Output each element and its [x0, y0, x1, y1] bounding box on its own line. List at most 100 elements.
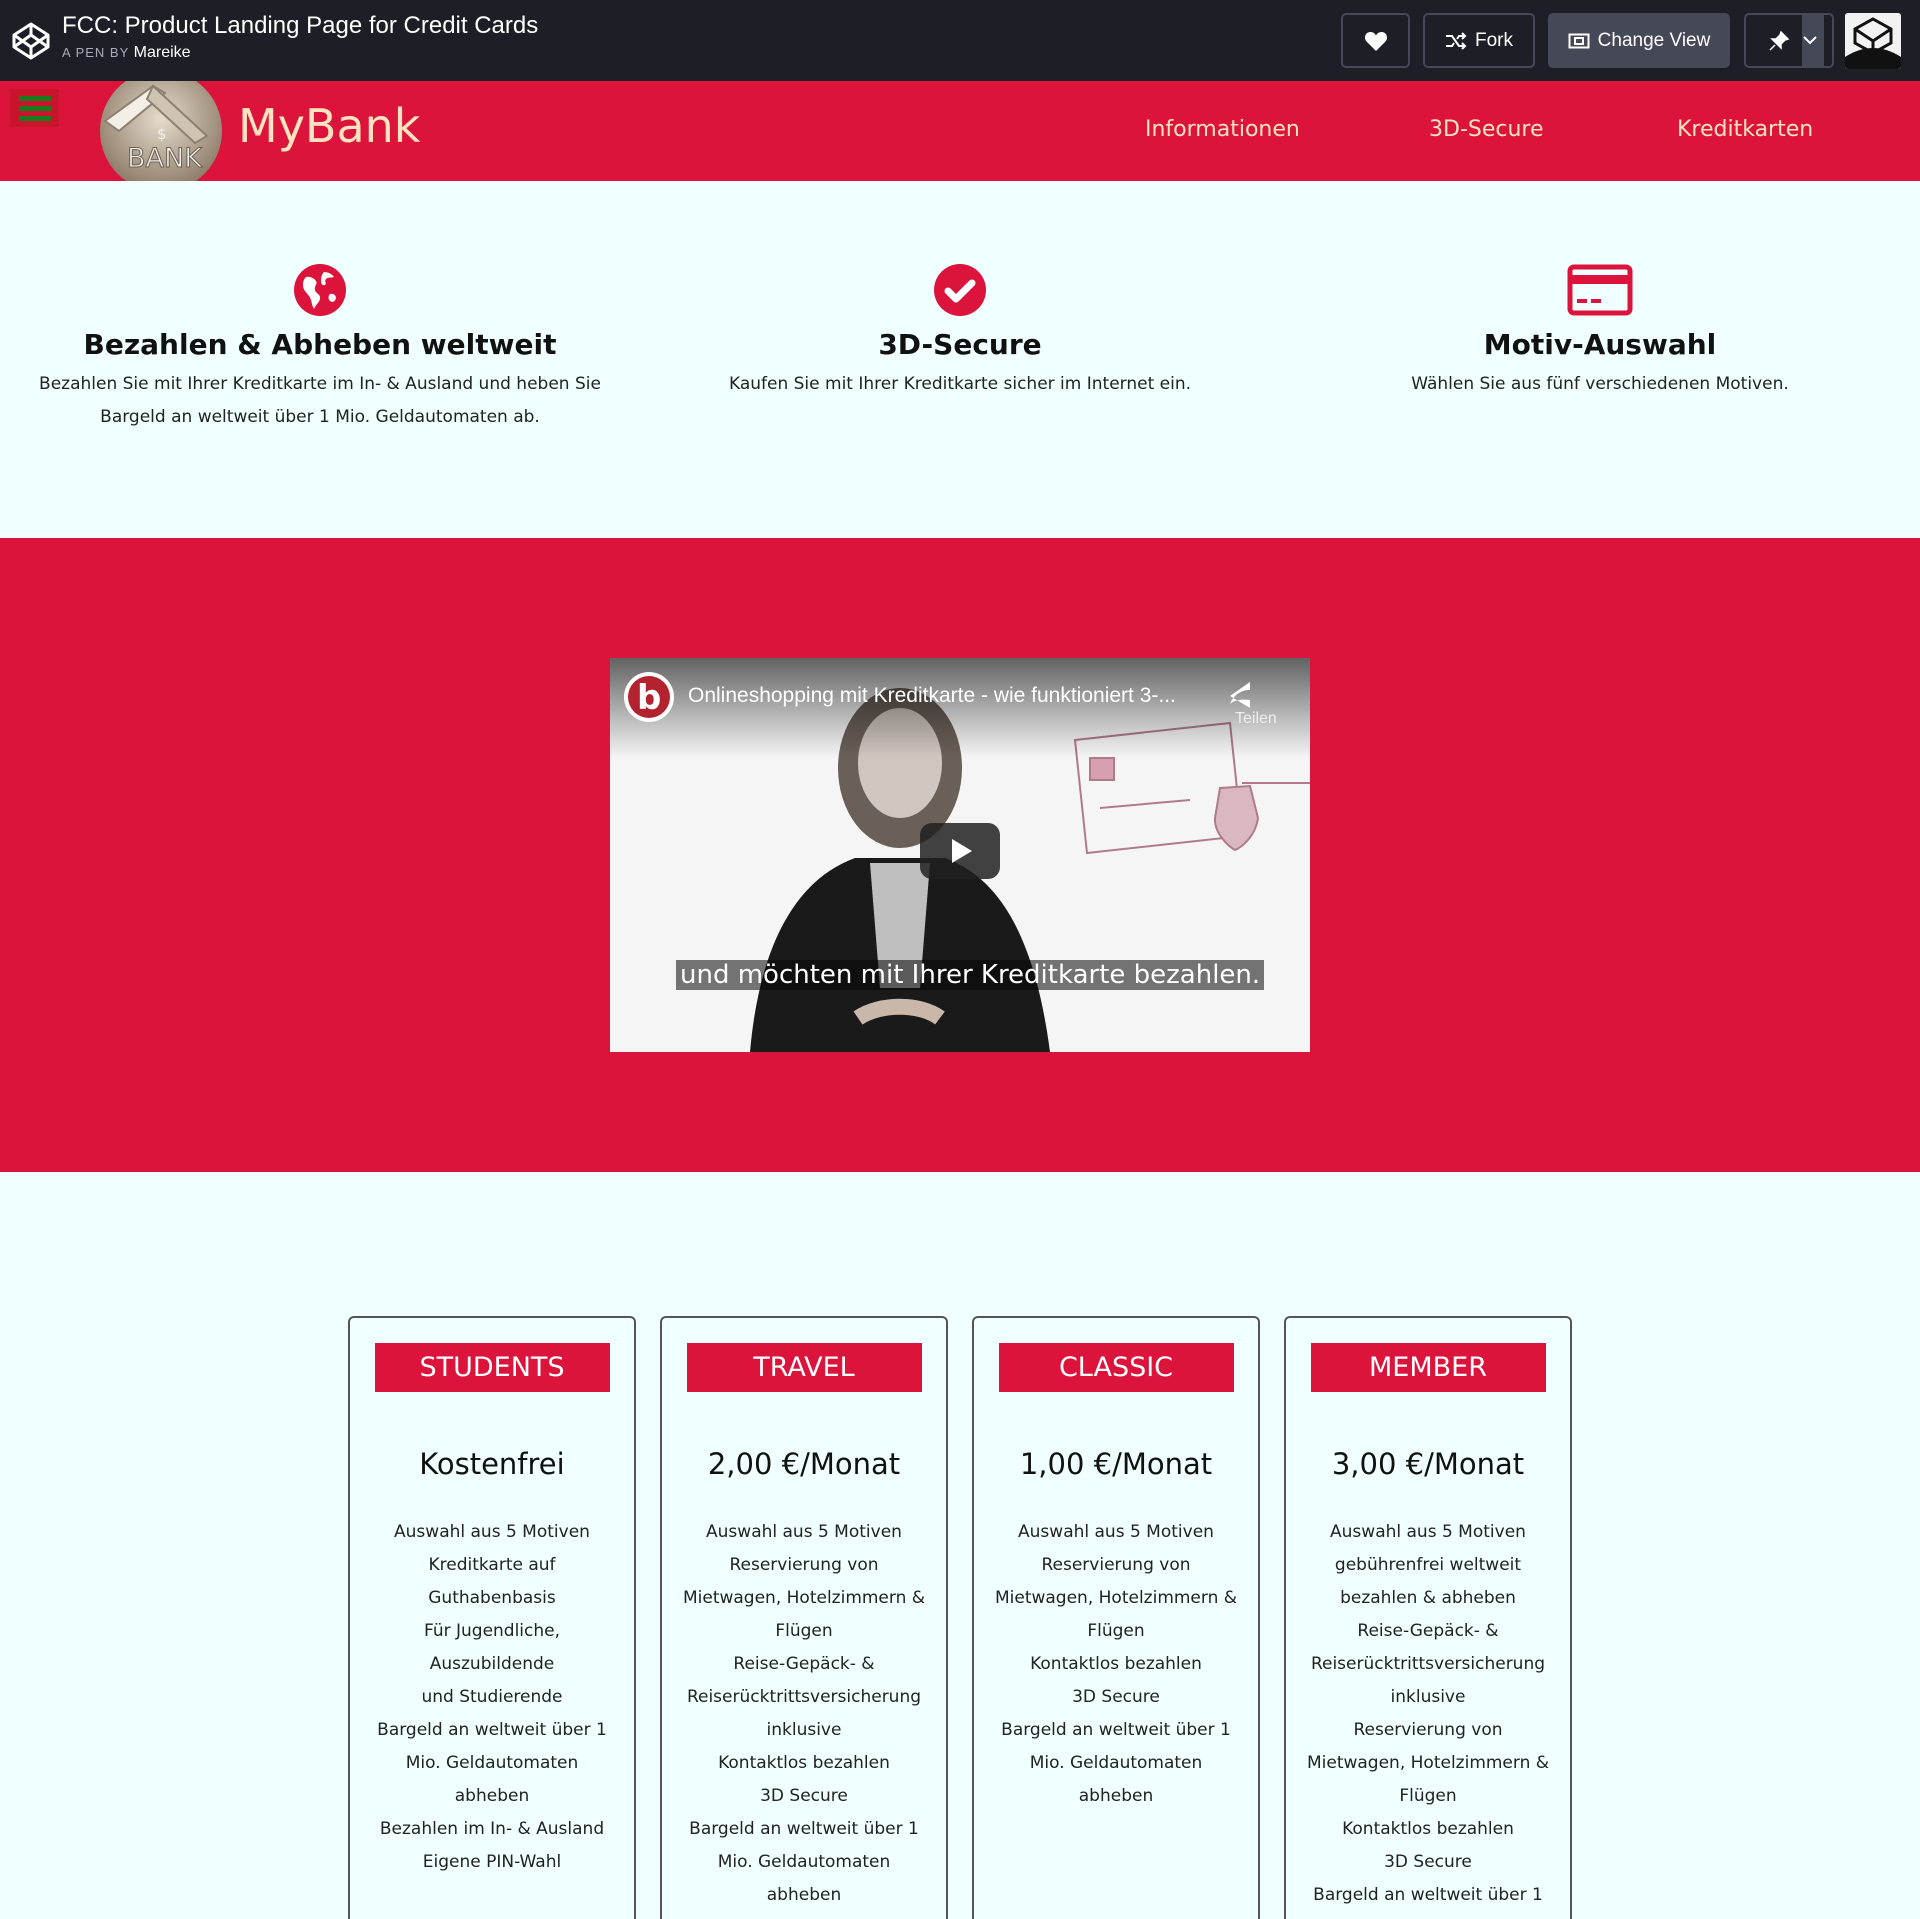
menu-bar	[18, 95, 51, 101]
plan-name: STUDENTS	[374, 1343, 610, 1392]
plan-feature: abheben	[454, 1786, 530, 1806]
plan-feature: Mio. Geldautomaten	[717, 1852, 891, 1872]
pen-author-link[interactable]: Mareike	[134, 44, 191, 61]
plan-price: 1,00 €/Monat	[1019, 1447, 1213, 1481]
video-thumbnail: b	[610, 658, 1310, 1052]
plan-name: TRAVEL	[686, 1343, 922, 1392]
feature-motiv-auswahl: Motiv-Auswahl Wählen Sie aus fünf versch…	[1300, 264, 1900, 401]
nav-link-kreditkarten[interactable]: Kreditkarten	[1677, 117, 1813, 142]
plan-card-students: STUDENTS Kostenfrei Auswahl aus 5 Motive…	[348, 1316, 636, 1919]
plan-feature: abheben	[766, 1885, 842, 1905]
plan-feature: Bezahlen im In- & Ausland	[379, 1819, 605, 1839]
plan-price: 3,00 €/Monat	[1331, 1447, 1525, 1481]
menu-bar	[18, 115, 51, 121]
plan-feature: bezahlen & abheben	[1340, 1588, 1516, 1608]
plan-card-classic: CLASSIC 1,00 €/Monat Auswahl aus 5 Motiv…	[972, 1316, 1260, 1919]
video-caption: und möchten mit Ihrer Kreditkarte bezahl…	[676, 960, 1265, 990]
feature-title: Motiv-Auswahl	[1483, 328, 1717, 361]
feature-text: Kaufen Sie mit Ihrer Kreditkarte sicher …	[728, 374, 1192, 394]
plan-feature: Flügen	[1087, 1621, 1145, 1641]
plan-feature: Bargeld an weltweit über 1	[377, 1720, 607, 1740]
pen-title: FCC: Product Landing Page for Credit Car…	[62, 12, 539, 39]
plan-price: 2,00 €/Monat	[707, 1447, 901, 1481]
menu-bar	[18, 105, 51, 111]
plan-feature: Auswahl aus 5 Motiven	[1330, 1522, 1526, 1542]
plan-feature: Auswahl aus 5 Motiven	[706, 1522, 902, 1542]
feature-title: Bezahlen & Abheben weltweit	[83, 328, 557, 361]
feature-text-line: Bezahlen Sie mit Ihrer Kreditkarte im In…	[39, 374, 601, 394]
feature-title: 3D-Secure	[878, 328, 1042, 361]
plan-card-travel: TRAVEL 2,00 €/Monat Auswahl aus 5 Motive…	[660, 1316, 948, 1919]
nav-link-3d-secure[interactable]: 3D-Secure	[1429, 117, 1544, 142]
plan-name: CLASSIC	[998, 1343, 1234, 1392]
plan-feature: Mio. Geldautomaten	[405, 1753, 579, 1773]
embedded-video[interactable]: b Onlineshopping mit Kreditkarte - wie f…	[610, 658, 1310, 1052]
pin-dropdown[interactable]	[1802, 15, 1824, 66]
globe-icon	[294, 264, 346, 316]
plan-feature: Mio. Geldautomaten	[1029, 1753, 1203, 1773]
logo-text: BANK	[127, 143, 203, 174]
fork-icon	[1446, 31, 1467, 50]
plan-feature: Mietwagen, Hotelzimmern &	[994, 1588, 1238, 1608]
avatar-image	[1845, 13, 1901, 69]
plan-feature: Bargeld an weltweit über 1	[1313, 1885, 1543, 1905]
pin-icon	[1769, 30, 1790, 51]
plan-feature: Mietwagen, Hotelzimmern &	[1306, 1753, 1550, 1773]
codepen-logo-icon[interactable]	[10, 20, 52, 62]
plan-feature: Eigene PIN-Wahl	[422, 1852, 562, 1872]
bank-logo-icon[interactable]: $ BANK	[95, 81, 225, 181]
change-view-button[interactable]: Change View	[1548, 13, 1730, 68]
plan-name: MEMBER	[1310, 1343, 1546, 1392]
plan-features: Auswahl aus 5 Motiven gebührenfrei weltw…	[1286, 1516, 1570, 1912]
brand-name[interactable]: MyBank	[238, 99, 420, 153]
plan-feature: inklusive	[766, 1720, 842, 1740]
plan-feature: Auswahl aus 5 Motiven	[1018, 1522, 1214, 1542]
heart-button[interactable]	[1341, 13, 1410, 68]
layout-icon	[1568, 33, 1590, 48]
plan-feature: Bargeld an weltweit über 1	[1001, 1720, 1231, 1740]
plan-feature: Reservierung von	[1041, 1555, 1191, 1575]
plan-features: Auswahl aus 5 Motiven Reservierung von M…	[974, 1516, 1258, 1813]
plan-feature: 3D Secure	[1384, 1852, 1472, 1872]
plan-feature: Bargeld an weltweit über 1	[689, 1819, 919, 1839]
user-avatar[interactable]	[1845, 13, 1901, 69]
plan-feature: und Studierende	[421, 1687, 563, 1707]
plan-feature: Reiserücktrittsversicherung	[686, 1687, 922, 1707]
plan-features: Auswahl aus 5 Motiven Reservierung von M…	[662, 1516, 946, 1912]
nav-link-informationen[interactable]: Informationen	[1145, 117, 1300, 142]
share-label[interactable]: Teilen	[1235, 710, 1277, 728]
fork-button[interactable]: Fork	[1423, 13, 1535, 68]
plan-price: Kostenfrei	[419, 1447, 565, 1481]
feature-text: Bezahlen Sie mit Ihrer Kreditkarte im In…	[20, 368, 620, 434]
plan-feature: Reiserücktrittsversicherung	[1310, 1654, 1546, 1674]
feature-text-line: Bargeld an weltweit über 1 Mio. Geldauto…	[100, 407, 540, 427]
plan-feature: Reise-Gepäck- &	[1357, 1621, 1499, 1641]
plan-feature: Flügen	[775, 1621, 833, 1641]
plan-features: Auswahl aus 5 Motiven Kreditkarte auf Gu…	[350, 1516, 634, 1879]
plan-feature: 3D Secure	[1072, 1687, 1160, 1707]
heart-icon	[1364, 31, 1387, 51]
feature-text: Wählen Sie aus fünf verschiedenen Motive…	[1411, 374, 1789, 394]
hamburger-menu-button[interactable]	[10, 89, 59, 127]
video-title[interactable]: Onlineshopping mit Kreditkarte - wie fun…	[688, 684, 1176, 708]
plan-feature: Kontaktlos bezahlen	[1030, 1654, 1202, 1674]
plan-feature: abheben	[1078, 1786, 1154, 1806]
plan-card-member: MEMBER 3,00 €/Monat Auswahl aus 5 Motive…	[1284, 1316, 1572, 1919]
channel-logo-letter: b	[637, 678, 661, 718]
plan-feature: Auszubildende	[429, 1654, 555, 1674]
pen-author-line: A PEN BY Mareike	[62, 44, 191, 62]
chevron-down-icon	[1803, 36, 1817, 45]
plan-feature: 3D Secure	[760, 1786, 848, 1806]
plan-feature: Reservierung von	[1353, 1720, 1503, 1740]
plan-feature: Reise-Gepäck- &	[733, 1654, 875, 1674]
plan-feature: Flügen	[1399, 1786, 1457, 1806]
fork-label: Fork	[1475, 29, 1513, 51]
codepen-header: FCC: Product Landing Page for Credit Car…	[0, 0, 1920, 81]
pin-menu-button[interactable]	[1744, 13, 1834, 68]
feature-3d-secure: 3D-Secure Kaufen Sie mit Ihrer Kreditkar…	[660, 264, 1260, 401]
check-circle-icon	[934, 264, 986, 316]
plan-feature: Kontaktlos bezahlen	[1342, 1819, 1514, 1839]
plan-feature: Guthabenbasis	[428, 1588, 556, 1608]
plan-feature: Für Jugendliche,	[423, 1621, 561, 1641]
plan-feature: inklusive	[1390, 1687, 1466, 1707]
